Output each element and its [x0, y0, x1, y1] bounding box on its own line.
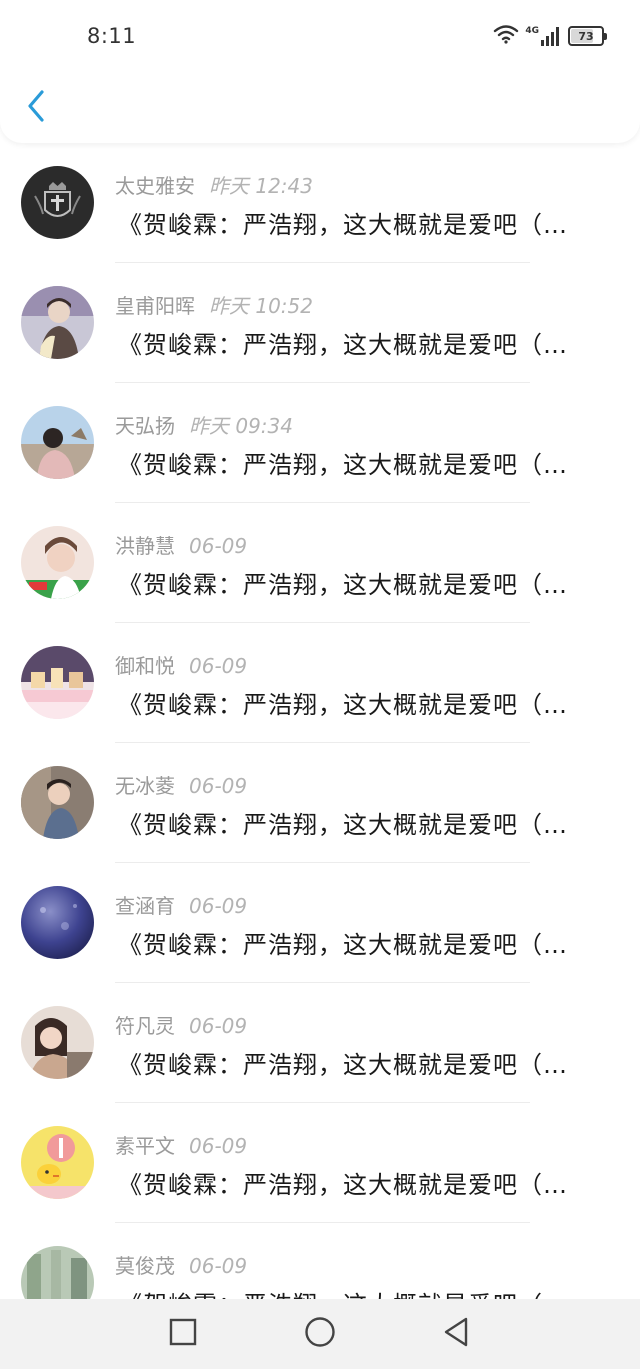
- avatar[interactable]: [21, 1246, 94, 1299]
- home-button[interactable]: [302, 1316, 338, 1352]
- triangle-back-icon: [442, 1316, 470, 1352]
- message-date: 06-09: [189, 774, 248, 798]
- message-item[interactable]: 莫俊茂 06-09 《贺峻霖：严浩翔，这大概就是爱吧（…: [0, 1223, 640, 1299]
- message-preview: 《贺峻霖：严浩翔，这大概就是爱吧（…: [118, 811, 568, 839]
- status-icons: 4G 73: [493, 24, 607, 48]
- sender-line: 天弘扬 昨天 09:34: [115, 410, 293, 439]
- message-preview: 《贺峻霖：严浩翔，这大概就是爱吧（…: [118, 1171, 568, 1199]
- status-bar: 8:11 4G 73: [0, 0, 640, 75]
- sender-line: 无冰菱 06-09: [115, 770, 247, 799]
- wifi-icon: [493, 24, 519, 48]
- message-date: 昨天 12:43: [209, 174, 313, 198]
- recents-button[interactable]: [165, 1316, 201, 1352]
- message-date: 昨天 09:34: [189, 414, 293, 438]
- message-preview: 《贺峻霖：严浩翔，这大概就是爱吧（…: [118, 1051, 568, 1079]
- avatar[interactable]: [21, 1006, 94, 1079]
- message-date: 06-09: [189, 1134, 248, 1158]
- sender-name: 皇甫阳晖: [115, 294, 195, 318]
- avatar[interactable]: [21, 646, 94, 719]
- signal-icon: 4G: [525, 26, 562, 46]
- battery-icon: 73: [568, 26, 607, 46]
- avatar[interactable]: [21, 406, 94, 479]
- sender-line: 符凡灵 06-09: [115, 1010, 247, 1039]
- top-bar: 8:11 4G 73: [0, 0, 640, 143]
- chevron-left-icon: [26, 90, 46, 126]
- message-item[interactable]: 太史雅安 昨天 12:43 《贺峻霖：严浩翔，这大概就是爱吧（…: [0, 143, 640, 263]
- sender-line: 查涵育 06-09: [115, 890, 247, 919]
- back-button[interactable]: [18, 88, 54, 128]
- square-icon: [169, 1318, 197, 1350]
- message-item[interactable]: 皇甫阳晖 昨天 10:52 《贺峻霖：严浩翔，这大概就是爱吧（…: [0, 263, 640, 383]
- sender-name: 御和悦: [115, 654, 175, 678]
- sender-line: 御和悦 06-09: [115, 650, 247, 679]
- sender-name: 无冰菱: [115, 774, 175, 798]
- message-item[interactable]: 御和悦 06-09 《贺峻霖：严浩翔，这大概就是爱吧（…: [0, 623, 640, 743]
- message-item[interactable]: 天弘扬 昨天 09:34 《贺峻霖：严浩翔，这大概就是爱吧（…: [0, 383, 640, 503]
- avatar[interactable]: [21, 766, 94, 839]
- sender-name: 素平文: [115, 1134, 175, 1158]
- message-preview: 《贺峻霖：严浩翔，这大概就是爱吧（…: [118, 691, 568, 719]
- back-nav-button[interactable]: [438, 1316, 474, 1352]
- message-date: 06-09: [189, 1014, 248, 1038]
- sender-line: 莫俊茂 06-09: [115, 1250, 247, 1279]
- message-item[interactable]: 素平文 06-09 《贺峻霖：严浩翔，这大概就是爱吧（…: [0, 1103, 640, 1223]
- message-date: 06-09: [189, 654, 248, 678]
- sender-name: 洪静慧: [115, 534, 175, 558]
- sender-name: 查涵育: [115, 894, 175, 918]
- message-date: 06-09: [189, 1254, 248, 1278]
- sender-name: 天弘扬: [115, 414, 175, 438]
- avatar[interactable]: [21, 886, 94, 959]
- sender-name: 符凡灵: [115, 1014, 175, 1038]
- message-preview: 《贺峻霖：严浩翔，这大概就是爱吧（…: [118, 931, 568, 959]
- message-date: 06-09: [189, 894, 248, 918]
- message-date: 昨天 10:52: [209, 294, 313, 318]
- avatar[interactable]: [21, 286, 94, 359]
- status-time: 8:11: [87, 24, 137, 48]
- message-preview: 《贺峻霖：严浩翔，这大概就是爱吧（…: [118, 451, 568, 479]
- message-preview: 《贺峻霖：严浩翔，这大概就是爱吧（…: [118, 571, 568, 599]
- sender-line: 太史雅安 昨天 12:43: [115, 170, 313, 199]
- network-type: 4G: [525, 26, 539, 36]
- message-item[interactable]: 符凡灵 06-09 《贺峻霖：严浩翔，这大概就是爱吧（…: [0, 983, 640, 1103]
- sender-line: 洪静慧 06-09: [115, 530, 247, 559]
- message-list: 太史雅安 昨天 12:43 《贺峻霖：严浩翔，这大概就是爱吧（… 皇甫阳晖 昨天 1…: [0, 143, 640, 1299]
- message-preview: 《贺峻霖：严浩翔，这大概就是爱吧（…: [118, 211, 568, 239]
- message-preview: 《贺峻霖：严浩翔，这大概就是爱吧（…: [118, 1285, 618, 1299]
- message-date: 06-09: [189, 534, 248, 558]
- avatar[interactable]: [21, 526, 94, 599]
- avatar[interactable]: [21, 1126, 94, 1199]
- message-item[interactable]: 无冰菱 06-09 《贺峻霖：严浩翔，这大概就是爱吧（…: [0, 743, 640, 863]
- message-item[interactable]: 查涵育 06-09 《贺峻霖：严浩翔，这大概就是爱吧（…: [0, 863, 640, 983]
- sender-line: 皇甫阳晖 昨天 10:52: [115, 290, 313, 319]
- navigation-bar: [0, 1299, 640, 1369]
- sender-name: 莫俊茂: [115, 1254, 175, 1278]
- sender-line: 素平文 06-09: [115, 1130, 247, 1159]
- battery-level: 73: [578, 29, 594, 43]
- message-item[interactable]: 洪静慧 06-09 《贺峻霖：严浩翔，这大概就是爱吧（…: [0, 503, 640, 623]
- circle-icon: [304, 1316, 336, 1352]
- message-preview: 《贺峻霖：严浩翔，这大概就是爱吧（…: [118, 331, 568, 359]
- sender-name: 太史雅安: [115, 174, 195, 198]
- avatar[interactable]: [21, 166, 94, 239]
